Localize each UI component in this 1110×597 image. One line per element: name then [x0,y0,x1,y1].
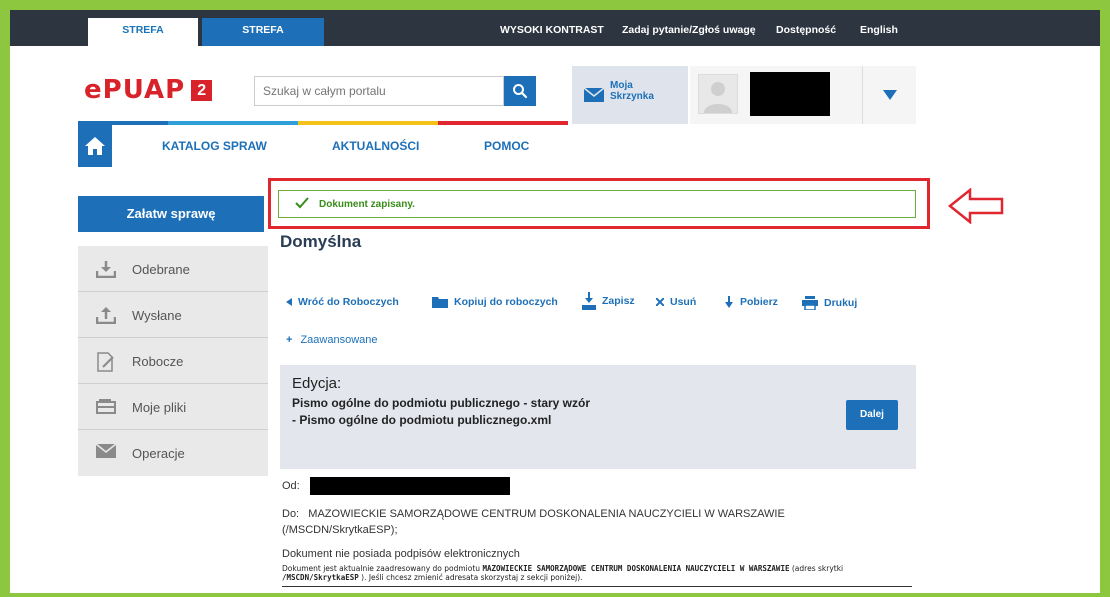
address-note-prefix: Dokument jest aktualnie zaadresowany do … [282,564,481,573]
next-button[interactable]: Dalej [846,400,898,430]
sidebar-item-drafts[interactable]: Robocze [78,338,268,384]
edit-heading: Edycja: [292,375,342,392]
logo-badge: 2 [191,79,213,101]
address-note: Dokument jest aktualnie zaadresowany do … [282,564,922,582]
address-note-suffix: ). Jeśli chcesz zmienić adresata skorzys… [361,573,583,582]
envelope-icon [96,444,116,458]
success-message: Dokument zapisany. [278,190,916,218]
sidebar-item-label: Operacje [132,446,185,461]
back-to-drafts-label: Wróć do Roboczych [298,296,399,308]
header: ePUAP 2 Moja Skrzynka [10,46,1100,124]
sidebar: Odebrane Wysłane Robocze Moje pliki Oper… [78,246,268,476]
print-link[interactable]: Drukuj [802,296,857,310]
account-dropdown-button[interactable] [862,66,916,124]
back-to-drafts-link[interactable]: Wróć do Roboczych [286,296,399,308]
advanced-label: Zaawansowane [300,334,378,346]
folder-icon [96,399,116,414]
draft-edit-icon [97,352,114,372]
sidebar-item-label: Robocze [132,354,184,369]
success-text: Dokument zapisany. [319,199,415,210]
folder-icon [432,297,448,308]
epuap-logo[interactable]: ePUAP 2 [84,75,213,105]
print-label: Drukuj [824,297,858,309]
arrow-down-icon [725,296,733,308]
to-label: Do: [282,508,300,520]
save-download-icon [582,292,596,310]
recipient-row: Do: MAZOWIECKIE SAMORZĄDOWE CENTRUM DOSK… [282,506,902,538]
outbox-upload-icon [96,307,116,324]
high-contrast-link[interactable]: WYSOKI KONTRAST [500,24,604,36]
user-name-redacted [750,72,830,116]
nav-item-help[interactable]: POMOC [484,139,529,153]
tab-official-zone[interactable]: STREFA URZĘDNIKA [202,18,324,60]
ask-question-link[interactable]: Zadaj pytanie/Zgłoś uwagę [622,24,756,36]
top-bar: STREFA KLIENTA STREFA URZĘDNIKA WYSOKI K… [10,10,1100,60]
close-icon [656,298,664,306]
checkmark-icon [295,197,309,209]
printer-icon [802,296,818,310]
tab-client-zone[interactable]: STREFA KLIENTA [88,18,198,60]
plus-icon: + [286,334,293,346]
home-button[interactable] [78,125,112,167]
left-arrow-annotation-icon [948,188,1004,224]
sender-redacted [310,477,510,495]
copy-to-drafts-link[interactable]: Kopiuj do roboczych [432,296,558,308]
delete-link[interactable]: Usuń [656,296,696,308]
sidebar-item-received[interactable]: Odebrane [78,246,268,292]
edit-panel: Edycja: Pismo ogólne do podmiotu publicz… [280,365,916,469]
delete-label: Usuń [670,296,697,308]
save-link[interactable]: Zapisz [582,292,635,310]
avatar [698,74,738,114]
search-input[interactable] [263,77,493,105]
sidebar-item-label: Wysłane [132,308,182,323]
sidebar-item-operations[interactable]: Operacje [78,430,268,476]
browser-frame: STREFA KLIENTA STREFA URZĘDNIKA WYSOKI K… [10,10,1100,593]
home-icon [85,137,105,155]
search-button[interactable] [504,76,536,106]
logo-text: ePUAP [84,75,186,105]
sidebar-item-label: Moje pliki [132,400,187,415]
from-label: Od: [282,480,300,492]
edit-document-name: Pismo ogólne do podmiotu publicznego - s… [292,396,591,427]
mailbox-label: Moja Skrzynka [610,80,654,102]
divider [282,586,912,587]
handle-matter-button[interactable]: Załatw sprawę [78,196,264,232]
english-link[interactable]: English [860,24,898,36]
inbox-download-icon [96,261,116,278]
envelope-icon [584,88,604,102]
download-link[interactable]: Pobierz [724,296,778,308]
my-mailbox-button[interactable]: Moja Skrzynka [572,66,688,124]
copy-to-drafts-label: Kopiuj do roboczych [454,296,558,308]
address-note-box-prefix: (adres skrytki [791,564,844,573]
signature-status: Dokument nie posiada podpisów elektronic… [282,548,520,560]
search-icon [513,84,528,99]
save-label: Zapisz [602,295,635,307]
nav-item-news[interactable]: AKTUALNOŚCI [332,139,419,153]
address-note-entity: MAZOWIECKIE SAMORZĄDOWE CENTRUM DOSKONAL… [482,564,790,573]
address-note-box: /MSCDN/SkrytkaESP [282,573,359,582]
triangle-left-icon [286,298,292,306]
caret-down-icon [882,90,897,100]
sidebar-item-label: Odebrane [132,262,190,277]
sidebar-item-sent[interactable]: Wysłane [78,292,268,338]
search-box [254,76,504,106]
document-title: Domyślna [280,232,362,251]
accessibility-link[interactable]: Dostępność [776,24,836,36]
download-label: Pobierz [740,296,778,308]
user-silhouette-icon [704,82,732,113]
recipient-value: MAZOWIECKIE SAMORZĄDOWE CENTRUM DOSKONAL… [282,508,785,536]
main-nav: KATALOG SPRAW AKTUALNOŚCI POMOC [10,125,1100,167]
nav-item-catalog[interactable]: KATALOG SPRAW [162,139,267,153]
advanced-toggle[interactable]: + Zaawansowane [286,334,378,346]
sidebar-item-my-files[interactable]: Moje pliki [78,384,268,430]
